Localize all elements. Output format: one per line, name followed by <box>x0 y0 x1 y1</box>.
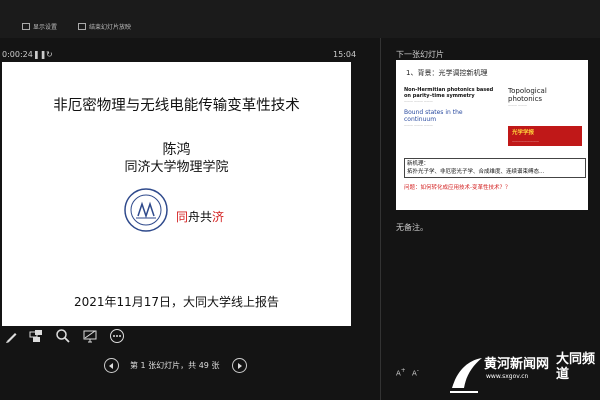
decrease-font-icon[interactable]: A- <box>412 368 419 377</box>
paper-3-title: Topological photonics <box>508 87 547 103</box>
paper-3: Topological photonics ——— ——— <box>508 87 583 107</box>
restart-timer-button[interactable]: ↻ <box>46 50 53 59</box>
presenter-toolbar: 显示设置 结束幻灯片放映 <box>0 0 600 38</box>
clock: 15:04 <box>333 50 357 59</box>
slideshow-icon <box>78 23 86 30</box>
university-seal-icon <box>124 188 168 232</box>
increase-font-icon[interactable]: A+ <box>396 368 406 377</box>
slide-counter: 第 1 张幻灯片，共 49 张 <box>130 361 220 370</box>
pause-button[interactable]: ❚❚ <box>33 50 46 59</box>
watermark-site: 黄河新闻网 <box>484 357 550 372</box>
question-text: 问题：如何转化成应用技术-变革性技术？？ <box>404 185 511 191</box>
monitor-icon <box>22 23 30 30</box>
paper-2-title: Bound states in the continuum <box>404 109 463 123</box>
paper-2-authors: ——— ——— ——— <box>404 123 433 127</box>
pen-icon[interactable] <box>4 328 20 344</box>
speaker-notes: 无备注。 <box>396 223 428 232</box>
next-slide-thumbnail[interactable]: 1、背景：光学调控新机理 Non-Hermitian photonics bas… <box>396 60 588 210</box>
see-all-slides-icon[interactable] <box>28 328 44 344</box>
paper-1-title: Non-Hermitian photonics based on parity–… <box>404 87 494 99</box>
journal-badge-subtitle: ————————— <box>512 139 539 143</box>
affiliation: 同济大学物理学院 <box>124 160 229 175</box>
slide-tools <box>0 328 130 348</box>
display-settings-button[interactable]: 显示设置 <box>22 22 57 31</box>
current-slide: 非厄密物理与无线电能传输变革性技术 陈鸿 同济大学物理学院 同舟共济 2021年… <box>2 62 351 326</box>
more-options-icon[interactable] <box>109 328 125 344</box>
next-slide-title: 1、背景：光学调控新机理 <box>406 69 488 77</box>
slide-title: 非厄密物理与无线电能传输变革性技术 <box>53 98 300 114</box>
pane-divider[interactable] <box>380 38 381 400</box>
date-line: 2021年11月17日，大同大学线上报告 <box>73 295 280 309</box>
previous-slide-button[interactable] <box>104 358 119 373</box>
next-slide-button[interactable] <box>232 358 247 373</box>
watermark-logo-icon <box>450 358 482 393</box>
mechanism-box: 新机理： 拓扑光子学、非厄密光子学、合成维度、连续谱束缚态… <box>404 158 586 178</box>
paper-1-authors: ——— ——— ——— <box>404 99 433 103</box>
motto: 同舟共济 <box>176 210 225 224</box>
black-screen-icon[interactable] <box>82 328 98 344</box>
watermark-channel: 大同频道 <box>556 352 596 382</box>
next-slide-label: 下一张幻灯片 <box>396 50 444 59</box>
watermark: 黄河新闻网 www.sxgov.cn 大同频道 <box>444 350 600 400</box>
journal-badge: 光学学报 ————————— <box>508 126 582 146</box>
watermark-url: www.sxgov.cn <box>486 373 529 380</box>
end-show-button[interactable]: 结束幻灯片放映 <box>78 22 131 31</box>
elapsed-timer: 0:00:24 <box>2 50 33 59</box>
paper-list: Non-Hermitian photonics based on parity–… <box>404 87 496 127</box>
zoom-icon[interactable] <box>55 328 71 344</box>
paper-3-authors: ——— ——— <box>508 103 527 107</box>
